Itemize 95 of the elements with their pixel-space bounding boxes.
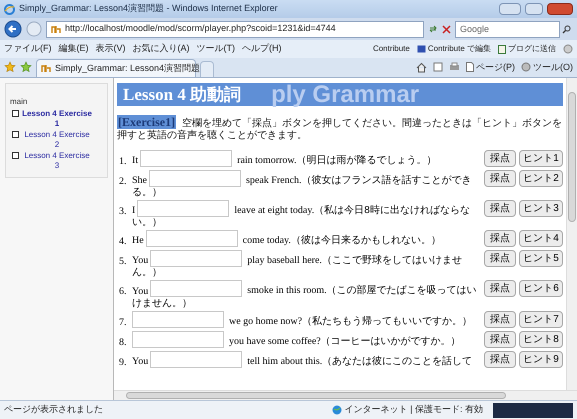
checkbox-icon	[12, 110, 19, 117]
question-number: 7.	[119, 316, 128, 330]
maximize-button[interactable]	[525, 3, 543, 15]
contribute-button[interactable]: Contribute	[372, 43, 410, 55]
question-text: you have some coffee?（コーヒーはいかがですか。）	[132, 330, 481, 348]
question-text: You tell him about this.（あなたは彼にこのことを話して	[132, 350, 481, 368]
refresh-icon[interactable]	[428, 24, 438, 34]
tools-menu-button[interactable]: ツール(O)	[521, 60, 573, 74]
score-button[interactable]: 採点	[484, 250, 516, 268]
question-text: It rain tomorrow.（明日は雨が降るでしょう。）	[132, 150, 481, 168]
horizontal-scrollbar[interactable]	[114, 390, 577, 400]
sidebar-link[interactable]: Lesson 4 Exercise 1	[21, 109, 93, 129]
question-number: 1.	[119, 155, 128, 169]
tree-root-label: main	[10, 96, 28, 108]
question-number: 8.	[119, 336, 128, 350]
score-button[interactable]: 採点	[484, 170, 516, 187]
scroll-thumb[interactable]	[568, 92, 576, 222]
menu-item[interactable]: お気に入り(A)	[132, 42, 190, 56]
answer-field[interactable]	[149, 170, 241, 187]
hint-button[interactable]: ヒント8	[519, 330, 563, 348]
answer-field[interactable]	[132, 330, 224, 348]
answer-field[interactable]	[140, 150, 232, 167]
hint-button[interactable]: ヒント1	[519, 150, 563, 167]
question-number: 2.	[119, 175, 128, 189]
menu-item[interactable]: ツール(T)	[196, 42, 235, 56]
address-field[interactable]: http://localhost/moodle/mod/scorm/player.php?scoid=1231&id=4744	[46, 20, 424, 38]
home-icon[interactable]	[416, 62, 427, 73]
printer-icon[interactable]	[449, 62, 460, 72]
question-text: I leave at eight today.（私は今日8時に出なければならない。）	[132, 200, 481, 230]
page-icon	[466, 62, 474, 72]
menu-item[interactable]: ヘルプ(H)	[242, 42, 282, 56]
window-title: Simply_Grammar: Lesson4演習問題 - Windows Internet Explorer	[19, 2, 279, 16]
question-text: You smoke in this room.（この部屋でたばこを吸ってはいけません。）	[132, 280, 481, 310]
answer-field[interactable]	[132, 310, 224, 328]
vertical-scrollbar[interactable]	[566, 78, 577, 390]
hint-button[interactable]: ヒント7	[519, 310, 563, 328]
hint-button[interactable]: ヒント2	[519, 170, 563, 187]
hint-button[interactable]: ヒント5	[519, 250, 563, 268]
question-number: 6.	[119, 285, 128, 300]
back-button[interactable]	[4, 20, 22, 38]
hint-button[interactable]: ヒント6	[519, 280, 563, 298]
banner-watermark-text: ply Grammar	[271, 82, 420, 106]
score-button[interactable]: 採点	[484, 230, 516, 248]
checkbox-icon	[12, 131, 19, 138]
question-number: 4.	[119, 235, 128, 250]
security-zone-text: インターネット | 保護モード: 有効	[344, 403, 483, 416]
site-icon	[51, 24, 61, 34]
minimize-button[interactable]	[499, 3, 521, 15]
browser-logo-icon	[4, 4, 15, 14]
sidebar-link[interactable]: Lesson 4 Exercise 2	[21, 130, 93, 150]
score-button[interactable]: 採点	[484, 350, 516, 368]
hint-button[interactable]: ヒント3	[519, 200, 563, 218]
score-button[interactable]: 採点	[484, 150, 516, 167]
instructions: [Exercise1] 空欄を埋めて「採点」ボタンを押してください。間違ったときは「ヒント」ボタンを押すと英語の音声を聴くことができます。	[117, 116, 563, 142]
scroll-thumb[interactable]	[126, 392, 506, 399]
answer-field[interactable]	[137, 200, 230, 218]
question-text: we go home now?（私たちもう帰ってもいいですか。）	[132, 310, 481, 328]
score-button[interactable]: 採点	[484, 200, 516, 218]
score-button[interactable]: 採点	[484, 280, 516, 298]
contribute-edit-button[interactable]: Contribute で編集	[416, 43, 491, 55]
question-number: 3.	[119, 205, 128, 220]
answer-field[interactable]	[150, 250, 242, 268]
add-favorite-icon[interactable]	[20, 61, 32, 73]
site-icon	[41, 64, 51, 73]
score-button[interactable]: 採点	[484, 330, 516, 348]
menu-item[interactable]: 編集(E)	[58, 42, 88, 56]
new-tab-button[interactable]	[200, 61, 214, 77]
menu-item[interactable]: 表示(V)	[96, 42, 126, 56]
question-text: She speak French.（彼女はフランス語を話すことができる。）	[132, 170, 481, 200]
question-text: He come today.（彼は今日来るかもしれない。）	[132, 230, 481, 248]
page-menu-button[interactable]: ページ(P)	[466, 60, 515, 74]
score-button[interactable]: 採点	[484, 310, 516, 328]
answer-field[interactable]	[146, 230, 238, 248]
lesson-title: Lesson 4 助動詞	[123, 84, 242, 106]
search-icon[interactable]	[562, 24, 571, 34]
checkbox-icon	[12, 152, 19, 159]
sidebar-link[interactable]: Lesson 4 Exercise 3	[21, 151, 93, 171]
question-number: 9.	[119, 356, 128, 370]
close-button[interactable]	[547, 3, 573, 15]
star-icon[interactable]	[4, 61, 16, 73]
contribute-icon	[416, 45, 426, 53]
question-text: You play baseball here.（ここで野球をしてはいけません。）	[132, 250, 481, 280]
hint-button[interactable]: ヒント9	[519, 350, 563, 368]
hint-button[interactable]: ヒント4	[519, 230, 563, 248]
forward-button[interactable]	[26, 21, 42, 37]
answer-field[interactable]	[150, 350, 242, 368]
answer-field[interactable]	[150, 280, 242, 298]
stop-icon[interactable]	[442, 24, 451, 34]
status-text: ページが表示されました	[4, 403, 104, 416]
globe-icon	[332, 405, 342, 415]
search-field[interactable]: Google	[455, 20, 560, 38]
question-number: 5.	[119, 255, 128, 270]
blog-post-button[interactable]: ブログに送信	[498, 43, 556, 55]
document-icon	[498, 44, 506, 54]
menu-item[interactable]: ファイル(F)	[4, 42, 52, 56]
